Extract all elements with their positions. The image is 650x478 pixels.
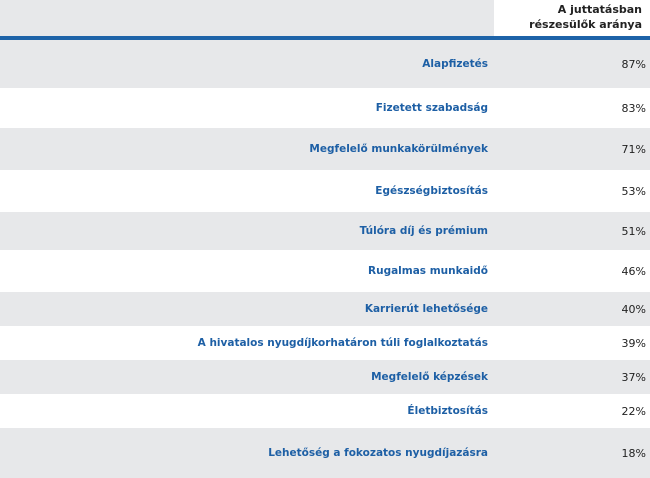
row-label: Alapfizetés	[422, 58, 488, 70]
row-value: 53%	[621, 184, 646, 198]
row-value: 18%	[621, 446, 646, 460]
row-label: Megfelelő munkakörülmények	[309, 143, 488, 155]
row-value: 40%	[621, 302, 646, 316]
header-label-cell	[0, 0, 494, 36]
row-label: Rugalmas munkaidő	[368, 265, 488, 277]
benefits-table: A juttatásban részesülők aránya Alapfize…	[0, 0, 650, 478]
row-label: A hivatalos nyugdíjkorhatáron túli fogla…	[197, 337, 488, 349]
row-label: Fizetett szabadság	[375, 102, 488, 114]
row-value: 83%	[621, 101, 646, 115]
table-row: Megfelelő képzések 37%	[0, 360, 650, 395]
table-row: Fizetett szabadság 83%	[0, 89, 650, 128]
table-row: Egészségbiztosítás 53%	[0, 171, 650, 212]
row-label: Életbiztosítás	[407, 405, 488, 417]
row-value: 22%	[621, 404, 646, 418]
row-value: 51%	[621, 224, 646, 238]
table-header: A juttatásban részesülők aránya	[0, 0, 650, 36]
table-row: Rugalmas munkaidő 46%	[0, 251, 650, 292]
row-value: 37%	[621, 370, 646, 384]
table-row: Megfelelő munkakörülmények 71%	[0, 128, 650, 171]
header-title-line2: részesülők aránya	[529, 18, 642, 31]
row-label: Megfelelő képzések	[371, 371, 488, 383]
table-row: Életbiztosítás 22%	[0, 395, 650, 428]
header-title-line1: A juttatásban	[557, 3, 642, 16]
table-row: Lehetőség a fokozatos nyugdíjazásra 18%	[0, 428, 650, 478]
row-label: Karrierút lehetősége	[364, 303, 488, 315]
table-row: Alapfizetés 87%	[0, 40, 650, 89]
row-label: Túlóra díj és prémium	[359, 225, 488, 237]
table-row: A hivatalos nyugdíjkorhatáron túli fogla…	[0, 327, 650, 360]
row-label: Lehetőség a fokozatos nyugdíjazásra	[268, 447, 488, 459]
row-value: 46%	[621, 264, 646, 278]
row-value: 39%	[621, 336, 646, 350]
table-row: Karrierút lehetősége 40%	[0, 292, 650, 327]
table-row: Túlóra díj és prémium 51%	[0, 212, 650, 251]
header-column-title: A juttatásban részesülők aránya	[492, 2, 642, 32]
row-label: Egészségbiztosítás	[375, 185, 488, 197]
row-value: 87%	[621, 57, 646, 71]
row-value: 71%	[621, 142, 646, 156]
